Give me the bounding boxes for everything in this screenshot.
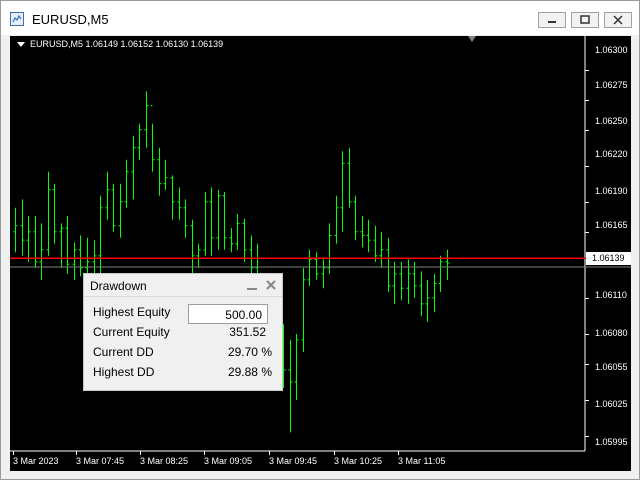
time-tick: 3 Mar 11:05 (398, 456, 446, 466)
highest-dd-label: Highest DD (93, 365, 155, 379)
minimize-icon[interactable] (246, 281, 258, 291)
price-tick: 1.06055 (595, 362, 628, 372)
time-tick: 3 Mar 07:45 (76, 456, 125, 466)
price-tick: 1.05995 (595, 437, 628, 447)
current-equity-value: 351.52 (229, 325, 266, 339)
chart-window-icon (10, 12, 24, 26)
close-icon[interactable] (265, 279, 277, 291)
maximize-button[interactable] (571, 12, 599, 28)
chart-header: EURUSD,M5 1.06149 1.06152 1.06130 1.0613… (30, 39, 224, 49)
price-tick: 1.06025 (595, 399, 628, 409)
drawdown-panel: Drawdown Highest Equity 500.00 Current E… (83, 273, 283, 391)
price-tick: 1.06080 (595, 328, 628, 338)
highest-equity-label: Highest Equity (93, 305, 171, 319)
time-tick: 3 Mar 10:25 (334, 456, 383, 466)
price-chart[interactable]: EURUSD,M5 1.06149 1.06152 1.06130 1.0613… (10, 36, 631, 471)
time-tick: 3 Mar 2023 (13, 456, 59, 466)
price-tick: 1.06110 (595, 290, 627, 300)
time-tick: 3 Mar 08:25 (140, 456, 189, 466)
price-tick: 1.06165 (595, 220, 628, 230)
window-title: EURUSD,M5 (32, 12, 109, 27)
current-equity-label: Current Equity (93, 325, 170, 339)
current-dd-value: 29.70 % (227, 345, 272, 359)
price-tick: 1.06300 (595, 45, 628, 55)
ohlc-plot (10, 36, 631, 455)
terminal-window: EURUSD,M5 EURUSD,M5 1.06149 1.06152 1.06… (0, 0, 640, 480)
highest-equity-value: 500.00 (225, 308, 262, 322)
highest-equity-field[interactable]: 500.00 (188, 304, 268, 324)
close-window-button[interactable] (604, 12, 632, 28)
price-tick: 1.06220 (595, 149, 628, 159)
restore-icon (580, 15, 590, 24)
price-tick: 1.06190 (595, 186, 628, 196)
panel-header[interactable]: Drawdown (84, 274, 282, 297)
symbol-menu-icon[interactable] (17, 42, 25, 47)
minimize-button[interactable] (538, 12, 566, 28)
panel-title: Drawdown (90, 279, 147, 293)
time-tick: 3 Mar 09:45 (269, 456, 318, 466)
close-icon (613, 15, 623, 25)
title-bar[interactable]: EURUSD,M5 (1, 1, 639, 35)
highest-dd-value: 29.88 % (227, 365, 272, 379)
price-tick: 1.06250 (595, 116, 628, 126)
chart-shift-marker (468, 36, 476, 42)
current-price-label: 1.06139 (586, 252, 631, 265)
current-dd-label: Current DD (93, 345, 154, 359)
minimize-icon (548, 21, 556, 23)
price-tick: 1.06275 (595, 80, 628, 90)
time-tick: 3 Mar 09:05 (204, 456, 253, 466)
